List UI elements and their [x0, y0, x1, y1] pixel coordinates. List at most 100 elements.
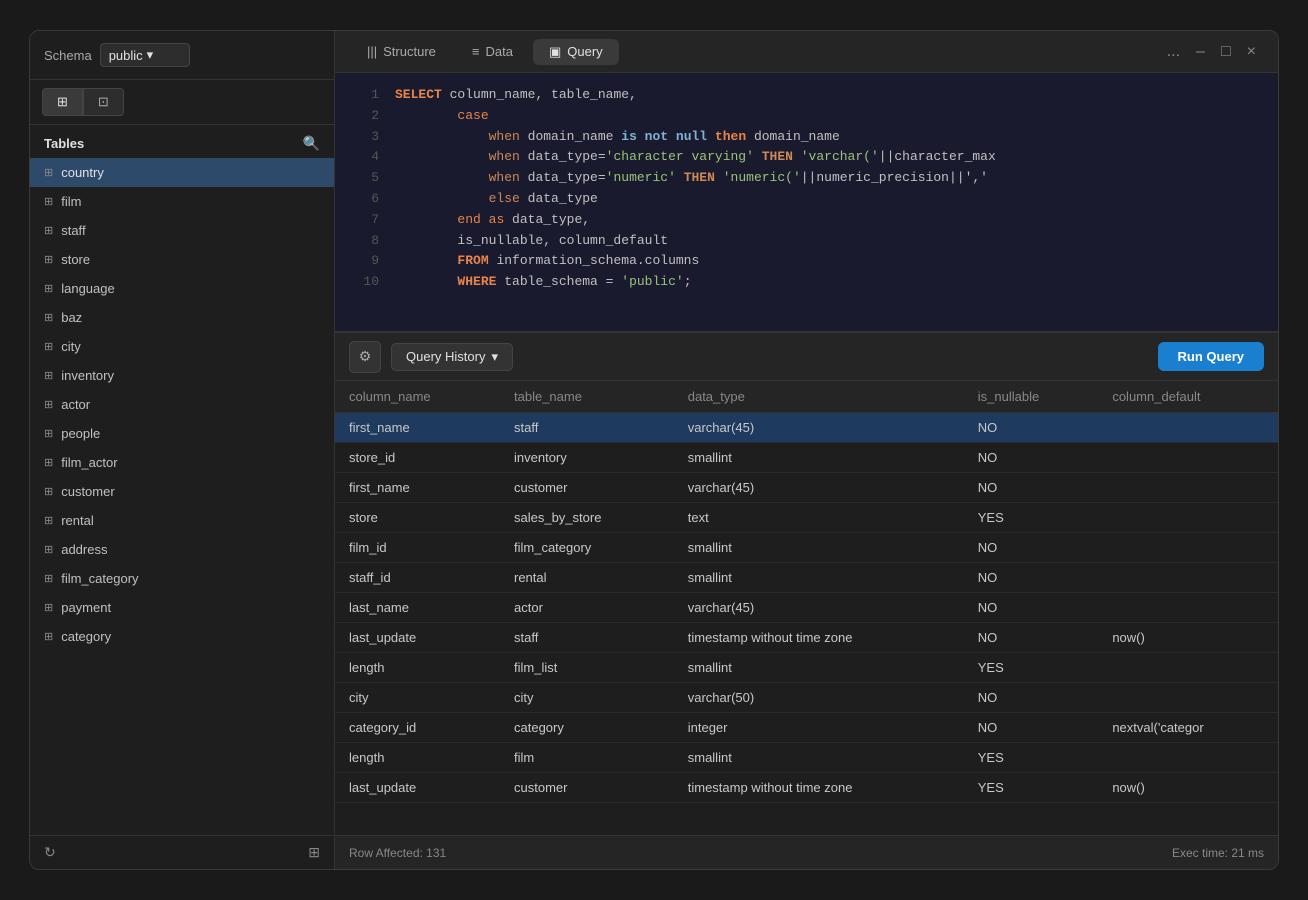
code-line-10: 10 WHERE table_schema = 'public';: [335, 272, 1278, 293]
table-row[interactable]: category_idcategoryintegerNOnextval('cat…: [335, 713, 1278, 743]
table-row[interactable]: first_namestaffvarchar(45)NO: [335, 413, 1278, 443]
table-cell-column_name: length: [335, 653, 500, 683]
table-item-country[interactable]: ⊞ country: [30, 158, 334, 187]
table-cell-table_name: actor: [500, 593, 674, 623]
refresh-button[interactable]: ↻: [44, 844, 56, 861]
close-button[interactable]: ×: [1241, 41, 1262, 63]
tab-structure-label: Structure: [383, 44, 436, 59]
table-item-store[interactable]: ⊞ store: [30, 245, 334, 274]
query-history-button[interactable]: Query History ▾: [391, 343, 513, 371]
table-item-baz[interactable]: ⊞ baz: [30, 303, 334, 332]
table-item-staff[interactable]: ⊞ staff: [30, 216, 334, 245]
line-number: 4: [351, 147, 379, 168]
dropdown-arrow-icon: ▾: [491, 349, 498, 365]
table-row-icon: ⊞: [44, 572, 53, 585]
table-item-category[interactable]: ⊞ category: [30, 622, 334, 651]
table-item-label: film: [61, 194, 81, 209]
table-item-film-category[interactable]: ⊞ film_category: [30, 564, 334, 593]
table-item-payment[interactable]: ⊞ payment: [30, 593, 334, 622]
table-item-label: category: [61, 629, 111, 644]
table-view-btn[interactable]: ⊞: [42, 88, 83, 116]
table-row-icon: ⊞: [44, 311, 53, 324]
table-row[interactable]: first_namecustomervarchar(45)NO: [335, 473, 1278, 503]
table-item-customer[interactable]: ⊞ customer: [30, 477, 334, 506]
table-item-city[interactable]: ⊞ city: [30, 332, 334, 361]
col-header-data-type[interactable]: data_type: [674, 381, 964, 413]
col-header-is-nullable[interactable]: is_nullable: [964, 381, 1099, 413]
table-item-people[interactable]: ⊞ people: [30, 419, 334, 448]
code-editor[interactable]: 1 SELECT column_name, table_name, 2 case…: [335, 73, 1278, 333]
line-number: 6: [351, 189, 379, 210]
table-cell-column_name: film_id: [335, 533, 500, 563]
table-item-inventory[interactable]: ⊞ inventory: [30, 361, 334, 390]
structure-icon: |||: [367, 44, 377, 59]
table-cell-data_type: smallint: [674, 743, 964, 773]
table-cell-column_default: now(): [1098, 773, 1278, 803]
code-line-7: 7 end as data_type,: [335, 210, 1278, 231]
table-item-language[interactable]: ⊞ language: [30, 274, 334, 303]
code-line-2: 2 case: [335, 106, 1278, 127]
table-row-icon: ⊞: [44, 340, 53, 353]
table-row[interactable]: last_updatestafftimestamp without time z…: [335, 623, 1278, 653]
table-row[interactable]: film_idfilm_categorysmallintNO: [335, 533, 1278, 563]
table-item-film[interactable]: ⊞ film: [30, 187, 334, 216]
table-row[interactable]: lengthfilm_listsmallintYES: [335, 653, 1278, 683]
code-text: end as data_type,: [395, 210, 590, 231]
run-query-button[interactable]: Run Query: [1158, 342, 1264, 371]
grid-view-btn[interactable]: ⊡: [83, 88, 124, 116]
code-line-8: 8 is_nullable, column_default: [335, 231, 1278, 252]
table-row[interactable]: citycityvarchar(50)NO: [335, 683, 1278, 713]
table-item-label: country: [61, 165, 104, 180]
more-options-button[interactable]: ...: [1161, 41, 1186, 63]
table-cell-data_type: integer: [674, 713, 964, 743]
minimize-button[interactable]: –: [1190, 41, 1211, 63]
tab-data[interactable]: ≡ Data: [456, 39, 529, 64]
col-header-column-default[interactable]: column_default: [1098, 381, 1278, 413]
table-item-address[interactable]: ⊞ address: [30, 535, 334, 564]
table-cell-column_name: last_update: [335, 773, 500, 803]
search-button[interactable]: 🔍: [303, 135, 320, 152]
table-cell-column_default: [1098, 593, 1278, 623]
table-cell-column_default: [1098, 533, 1278, 563]
settings-button[interactable]: ⚙: [349, 341, 381, 373]
table-row-icon: ⊞: [44, 601, 53, 614]
maximize-button[interactable]: □: [1215, 41, 1237, 63]
table-cell-column_name: store_id: [335, 443, 500, 473]
code-line-6: 6 else data_type: [335, 189, 1278, 210]
code-text: when domain_name is not null then domain…: [395, 127, 840, 148]
col-header-table-name[interactable]: table_name: [500, 381, 674, 413]
table-item-label: inventory: [61, 368, 114, 383]
export-button[interactable]: ⊞: [308, 844, 320, 861]
tab-query[interactable]: ▣ Query: [533, 39, 619, 65]
table-row[interactable]: storesales_by_storetextYES: [335, 503, 1278, 533]
table-item-label: staff: [61, 223, 85, 238]
table-cell-data_type: text: [674, 503, 964, 533]
table-row[interactable]: store_idinventorysmallintNO: [335, 443, 1278, 473]
table-cell-column_name: last_update: [335, 623, 500, 653]
table-row[interactable]: lengthfilmsmallintYES: [335, 743, 1278, 773]
col-header-column-name[interactable]: column_name: [335, 381, 500, 413]
table-row-icon: ⊞: [44, 398, 53, 411]
exec-time: Exec time: 21 ms: [1172, 846, 1264, 860]
table-item-film-actor[interactable]: ⊞ film_actor: [30, 448, 334, 477]
rows-affected: Row Affected: 131: [349, 846, 446, 860]
table-item-actor[interactable]: ⊞ actor: [30, 390, 334, 419]
table-cell-table_name: staff: [500, 623, 674, 653]
line-number: 8: [351, 231, 379, 252]
results-area[interactable]: column_name table_name data_type is_null…: [335, 381, 1278, 835]
table-item-rental[interactable]: ⊞ rental: [30, 506, 334, 535]
table-row[interactable]: last_nameactorvarchar(45)NO: [335, 593, 1278, 623]
table-row[interactable]: staff_idrentalsmallintNO: [335, 563, 1278, 593]
table-cell-column_default: [1098, 503, 1278, 533]
table-cell-table_name: film: [500, 743, 674, 773]
table-cell-is_nullable: YES: [964, 503, 1099, 533]
schema-select[interactable]: public ▾: [100, 43, 190, 67]
tab-structure[interactable]: ||| Structure: [351, 39, 452, 64]
code-line-1: 1 SELECT column_name, table_name,: [335, 85, 1278, 106]
table-cell-is_nullable: NO: [964, 623, 1099, 653]
line-number: 3: [351, 127, 379, 148]
code-text: case: [395, 106, 489, 127]
table-row[interactable]: last_updatecustomertimestamp without tim…: [335, 773, 1278, 803]
table-cell-data_type: varchar(45): [674, 473, 964, 503]
line-number: 10: [351, 272, 379, 293]
